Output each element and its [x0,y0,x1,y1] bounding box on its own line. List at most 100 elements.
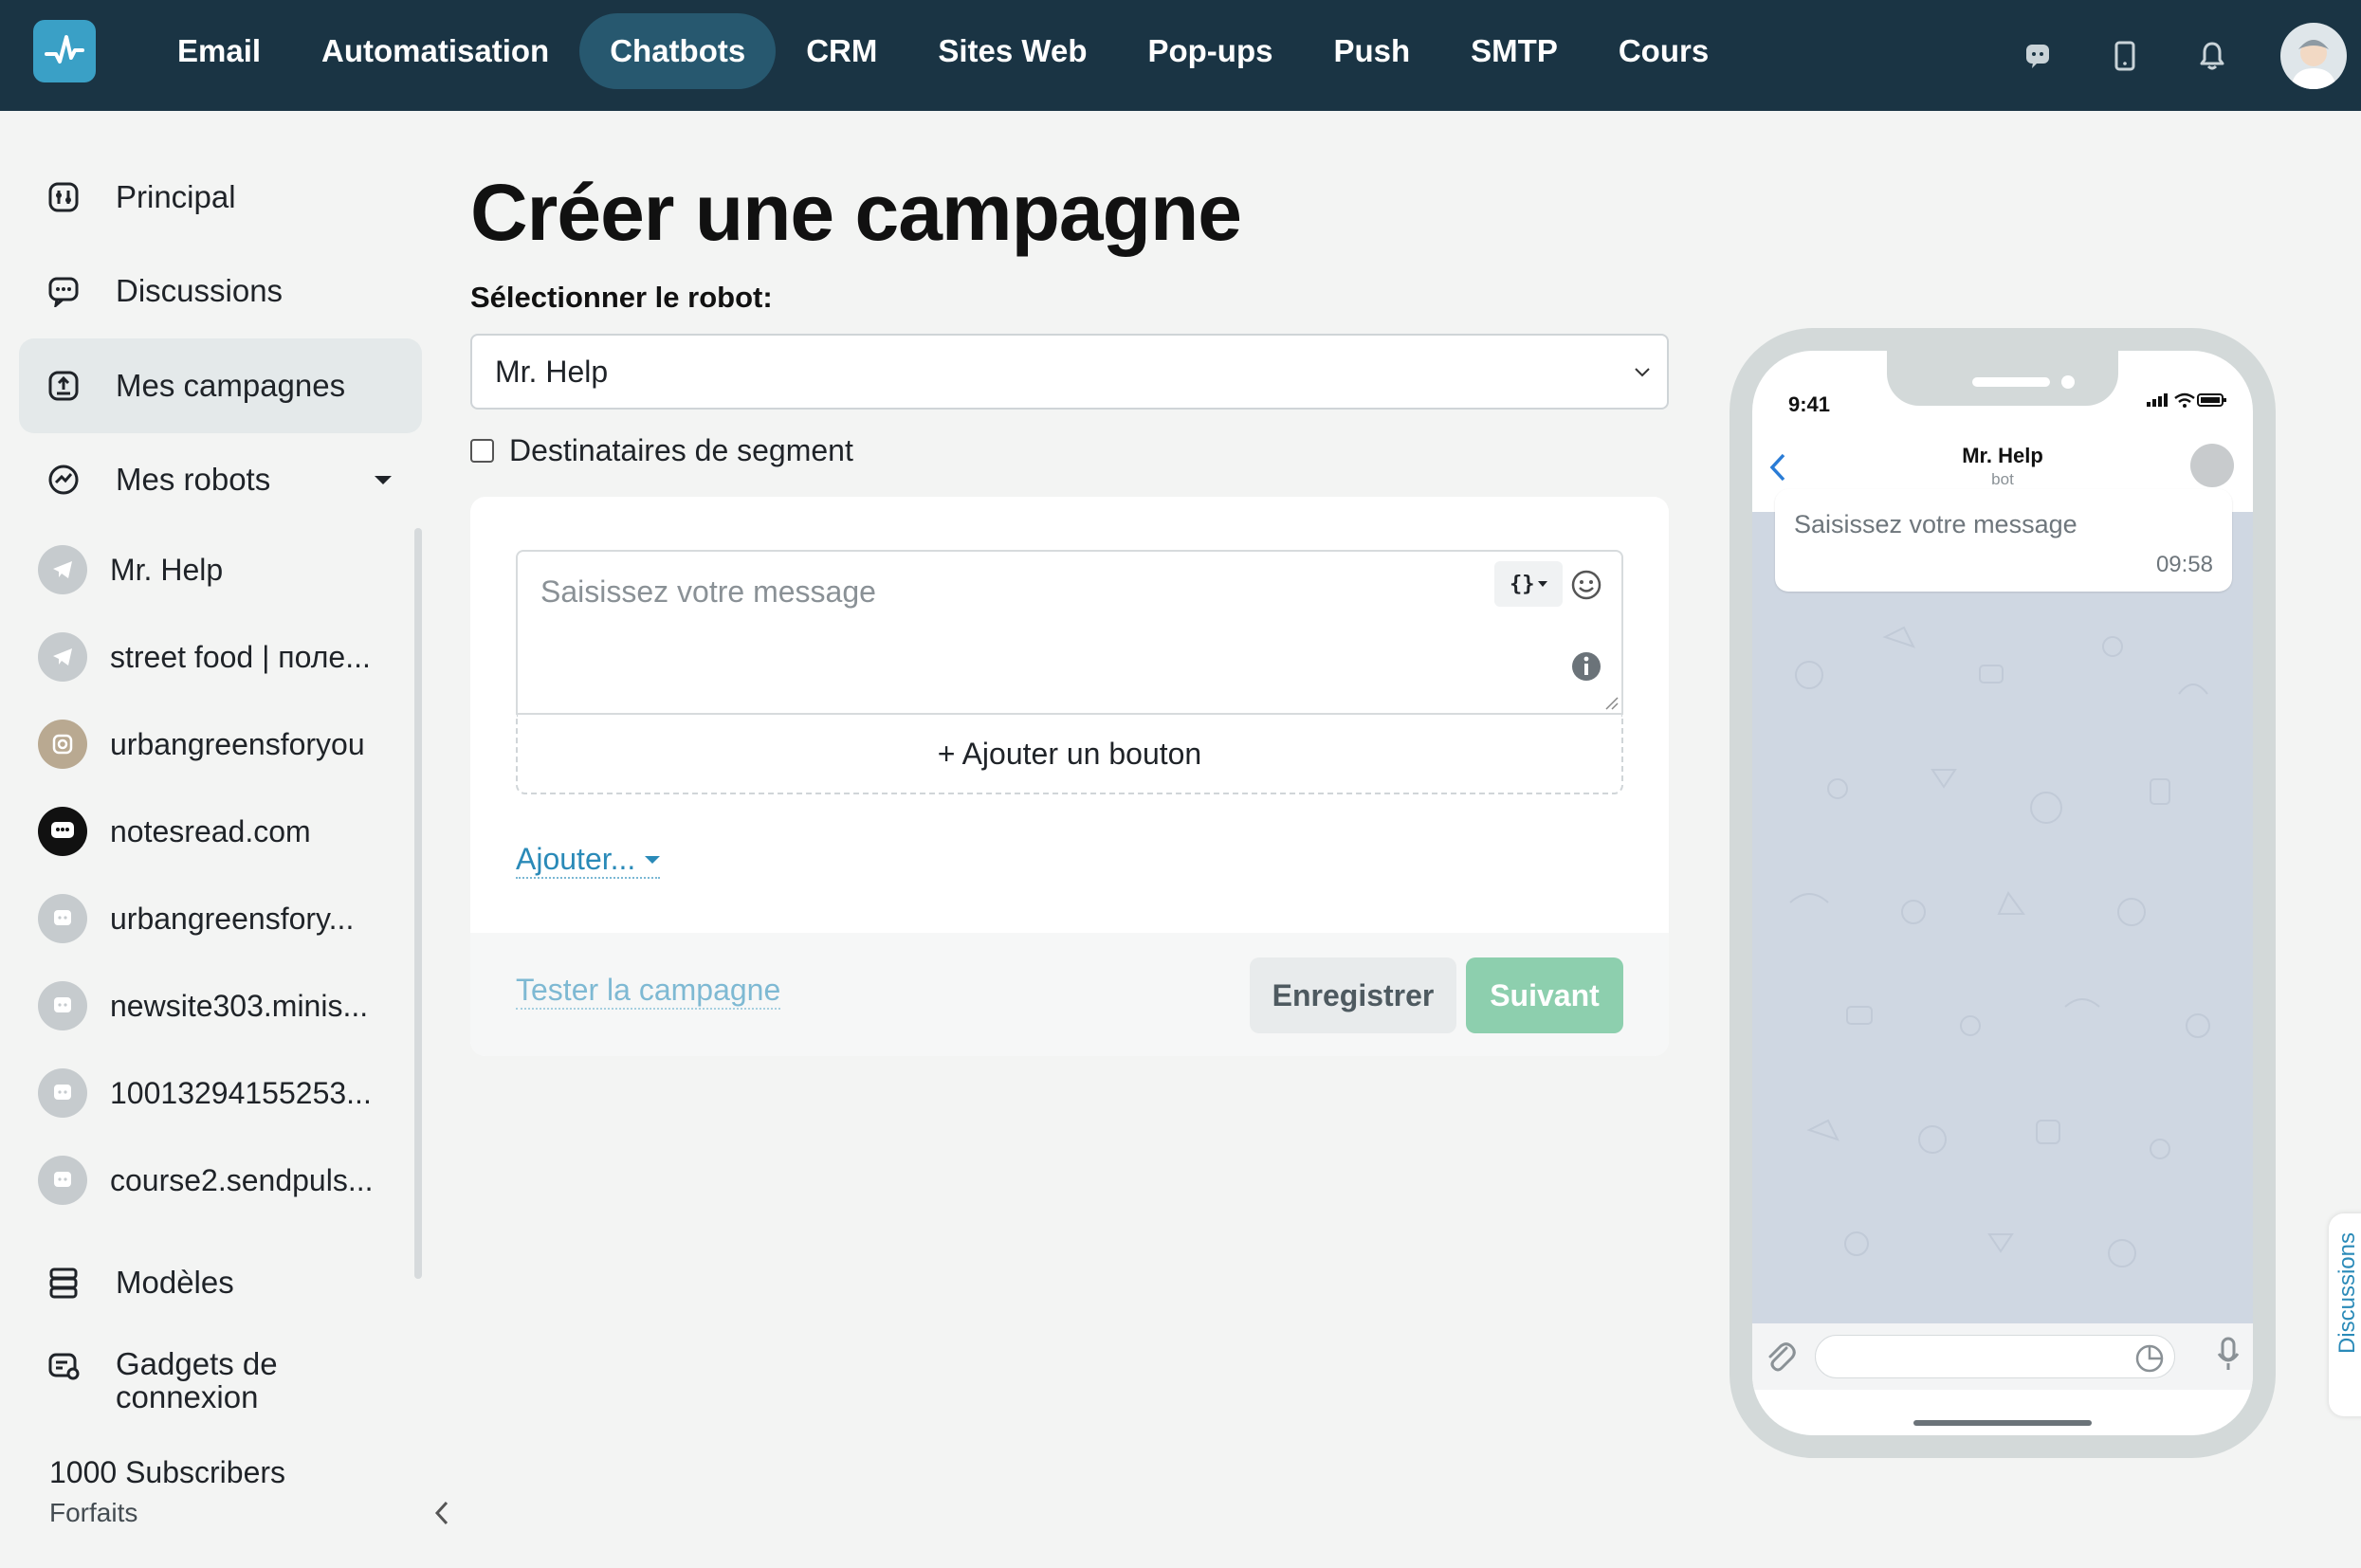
chat-input[interactable] [1815,1335,2175,1378]
nav-push[interactable]: Push [1303,13,1440,89]
bot-label: course2.sendpuls... [110,1162,374,1197]
chat-bubble-icon [45,272,82,310]
chat-subtitle: bot [1991,470,2014,488]
sidebar-item-label: Mes campagnes [116,368,346,403]
battery-icon [2197,393,2226,407]
microphone-icon[interactable] [2217,1337,2240,1373]
segment-label: Destinataires de segment [509,433,853,467]
bot-label: Mr. Help [110,552,224,587]
nav-websites[interactable]: Sites Web [907,13,1117,89]
add-more-label: Ajouter... [516,842,636,876]
robot-select[interactable]: Mr. Help [470,334,1669,410]
message-bubble: Saisissez votre message 09:58 [1775,489,2232,592]
bot-item[interactable]: 10013294155253... [38,1065,408,1121]
add-button-zone[interactable]: + Ajouter un bouton [516,715,1623,794]
telegram-icon [38,545,87,594]
chat-background [1752,466,2253,1323]
chat-icon [38,1068,87,1118]
nav-crm[interactable]: CRM [776,13,907,89]
nav-email[interactable]: Email [147,13,291,89]
sidebar-item-label: Mes robots [116,462,271,497]
chevron-left-icon [434,1501,448,1525]
bot-label: 10013294155253... [110,1075,372,1110]
bot-item[interactable]: urbangreensfory... [38,890,408,947]
templates-icon [45,1264,82,1302]
home-indicator [1913,1420,2092,1426]
robot-select-label: Sélectionner le robot: [470,281,773,314]
user-avatar[interactable] [2280,22,2347,89]
page-title: Créer une campagne [470,168,1242,257]
next-button[interactable]: Suivant [1466,957,1623,1033]
nav-chatbots[interactable]: Chatbots [579,13,777,89]
info-icon[interactable] [1570,650,1602,687]
chevron-down-icon [375,476,392,484]
save-button[interactable]: Enregistrer [1250,957,1456,1033]
chat-pattern [1789,626,2210,1267]
sidebar-item-campaigns[interactable]: Mes campagnes [19,338,422,433]
attachment-icon[interactable] [1764,1339,1798,1375]
sidebar-item-discussions[interactable]: Discussions [19,244,422,338]
sidebar-item-label: Modèles [116,1265,234,1300]
bell-icon[interactable] [2193,37,2231,75]
sidebar-item-principal[interactable]: Principal [19,150,422,245]
nav-courses[interactable]: Cours [1588,13,1739,89]
wifi-icon [2174,392,2195,408]
telegram-icon [38,632,87,682]
nav-automation[interactable]: Automatisation [291,13,579,89]
bot-label: notesread.com [110,813,311,848]
bot-item[interactable]: Mr. Help [38,541,408,598]
sidebar-item-widgets[interactable]: Gadgets de connexion [19,1330,422,1434]
resize-grip-icon[interactable] [1604,696,1620,711]
bot-item[interactable]: course2.sendpuls... [38,1152,408,1209]
pulse-icon [45,35,84,64]
sidebar-item-label: Gadgets de connexion [116,1346,278,1414]
phone-notch [1887,351,2118,406]
segment-checkbox[interactable] [470,439,494,463]
sidebar: Principal Discussions Mes campagnes Mes … [0,111,448,1568]
robot-icon [45,461,82,499]
bubble-text: Saisissez votre message [1794,510,2077,538]
bot-item[interactable]: notesread.com [38,803,408,860]
message-textarea[interactable]: Saisissez votre message {} [516,550,1623,715]
status-time: 9:41 [1788,392,1831,416]
widget-icon [45,1347,82,1385]
app-logo[interactable] [33,20,96,82]
test-campaign-link[interactable]: Tester la campagne [516,973,781,1010]
bot-item[interactable]: urbangreensforyou [38,716,408,773]
sidebar-scrollbar[interactable] [414,528,422,1279]
sidebar-item-robots[interactable]: Mes robots [19,432,422,527]
chat-icon [38,1156,87,1205]
chat-avatar-dark [38,807,87,856]
sidebar-item-label: Principal [116,179,236,214]
sidebar-item-label: Discussions [116,273,284,308]
signal-icon [2147,393,2168,407]
add-button-label: + Ajouter un bouton [937,736,1202,771]
bot-item[interactable]: street food | поле... [38,629,408,685]
nav-smtp[interactable]: SMTP [1440,13,1588,89]
chat-avatar [2190,444,2234,487]
plan-link[interactable]: Forfaits [49,1498,137,1528]
chat-icon [38,981,87,1030]
discussions-side-tab[interactable]: Discussions [2329,1213,2361,1416]
top-actions [2019,0,2361,111]
sidebar-item-templates[interactable]: Modèles [19,1235,422,1330]
bot-label: urbangreensforyou [110,726,365,761]
chat-input-bar [1752,1323,2253,1390]
sticker-icon[interactable] [2134,1343,2165,1374]
segment-recipients-option[interactable]: Destinataires de segment [470,433,853,468]
mobile-icon[interactable] [2106,37,2144,75]
bot-label: street food | поле... [110,639,371,674]
emoji-icon[interactable] [1570,569,1602,606]
variables-button[interactable]: {} [1494,561,1563,607]
top-navigation-bar: Email Automatisation Chatbots CRM Sites … [0,0,2361,111]
nav-popups[interactable]: Pop-ups [1117,13,1303,89]
side-tab-label: Discussions [2334,1232,2360,1355]
chat-icon [38,894,87,943]
plan-title[interactable]: 1000 Subscribers [49,1455,285,1490]
collapse-sidebar-button[interactable] [429,1497,455,1529]
chat-support-icon[interactable] [2019,37,2057,75]
bubble-time: 09:58 [2155,552,2213,577]
robot-select-value: Mr. Help [495,354,609,389]
bot-item[interactable]: newsite303.minis... [38,977,408,1034]
add-more-dropdown[interactable]: Ajouter... [516,842,661,879]
